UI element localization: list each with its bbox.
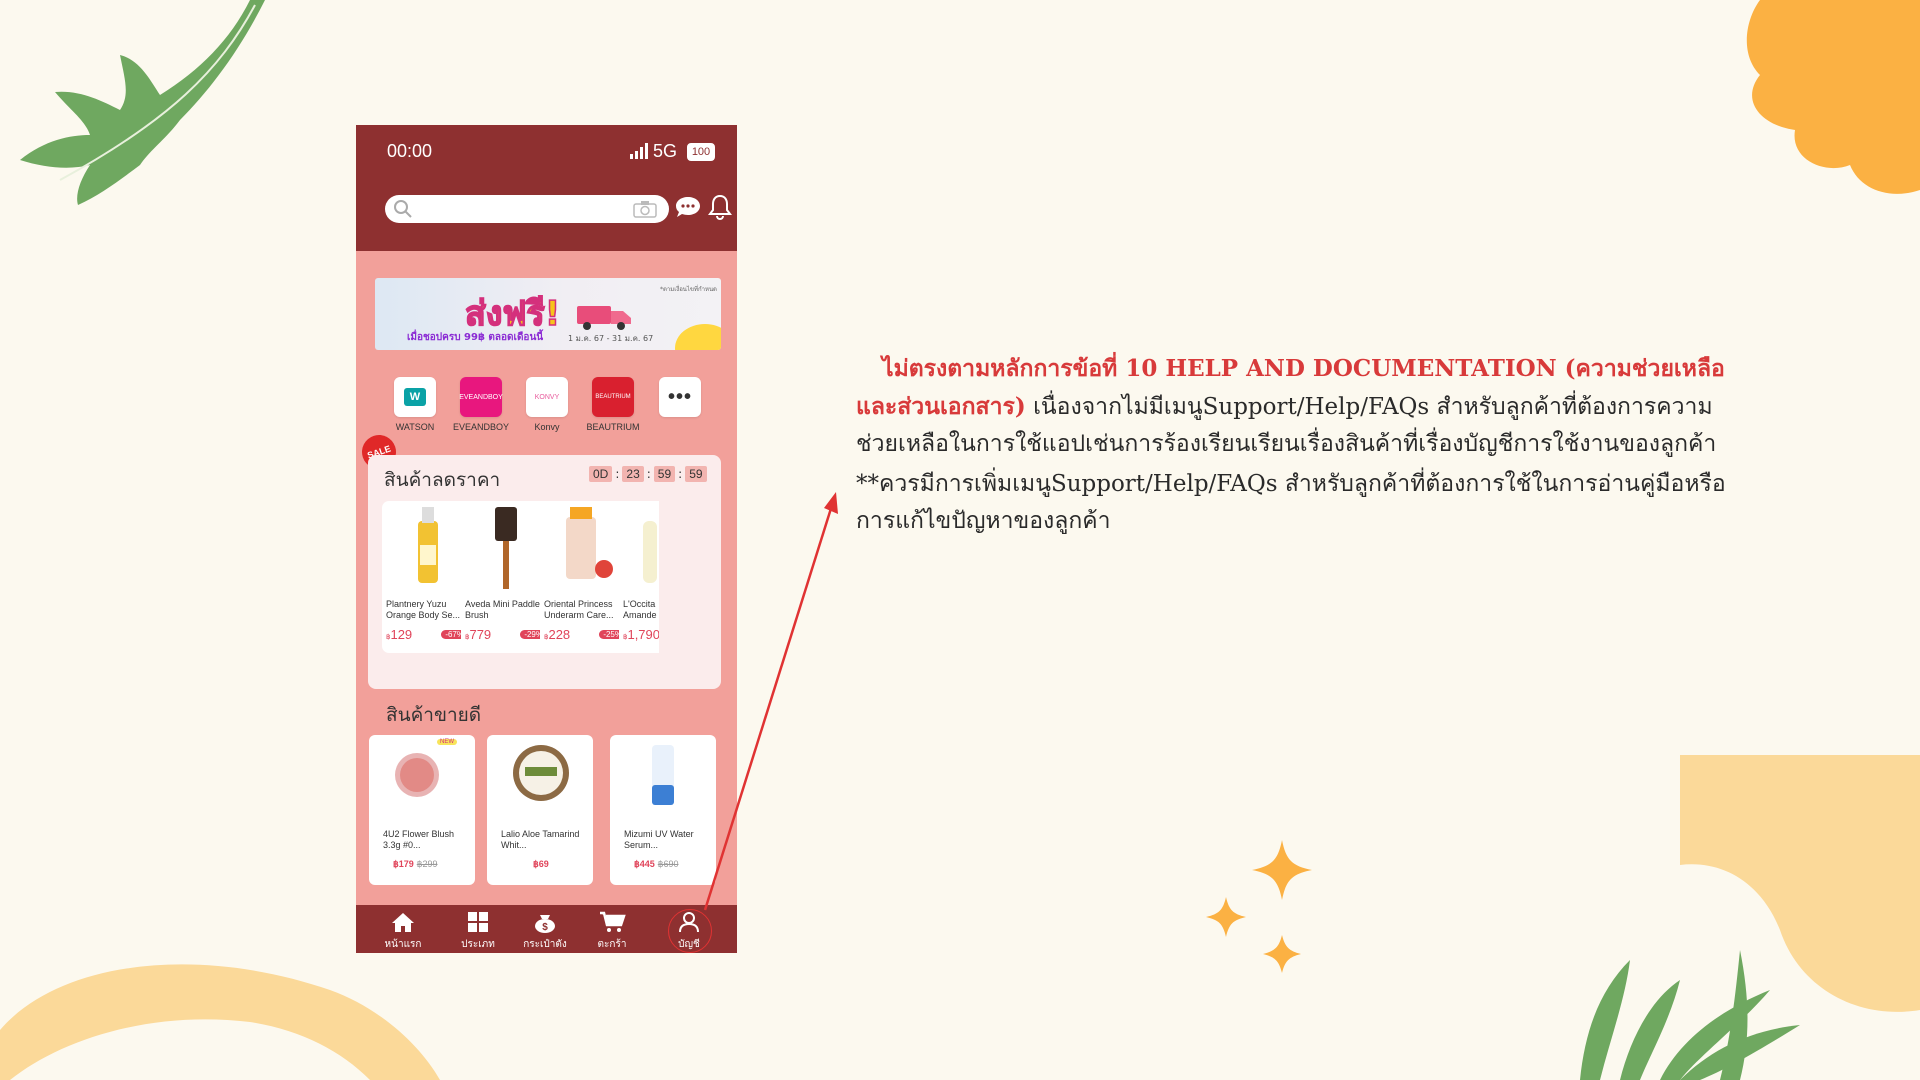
tab-category[interactable]: ประเภท xyxy=(448,911,508,952)
product-image xyxy=(513,745,569,801)
phone-screenshot: 00:00 5G 100 *ตามเงื่อนไขที่กำหนด ส่งฟรี… xyxy=(356,125,737,953)
svg-text:$: $ xyxy=(542,922,548,933)
yellow-arc-bottom-left xyxy=(0,964,440,1080)
bell-icon[interactable] xyxy=(708,193,732,221)
free-shipping-banner[interactable]: *ตามเงื่อนไขที่กำหนด ส่งฟรี! เมื่อชอปครบ… xyxy=(375,278,721,350)
best-seller-card[interactable]: Lalio Aloe Tamarind Whit... ฿69 xyxy=(487,735,593,885)
wallet-icon: $ xyxy=(535,915,555,933)
bottom-tab-bar: หน้าแรก ประเภท $ กระเป๋าตัง ตะกร้า บัญชี xyxy=(356,905,737,953)
tab-wallet[interactable]: $ กระเป๋าตัง xyxy=(515,911,575,952)
more-shops-button[interactable]: ••• xyxy=(648,377,712,417)
chat-icon[interactable] xyxy=(674,195,702,219)
shop-shortcuts: W WATSON EVEANDBOY EVEANDBOY KONVY Konvy… xyxy=(386,377,726,437)
flash-product-card[interactable]: Oriental Princess Underarm Care... ฿228 … xyxy=(540,501,631,653)
flash-product-card[interactable]: L'Occita Amande ฿1,790 xyxy=(619,501,659,653)
app-header: 00:00 5G 100 xyxy=(356,125,737,251)
eveandboy-logo-icon: EVEANDBOY xyxy=(459,377,503,417)
tab-cart[interactable]: ตะกร้า xyxy=(582,911,642,952)
annotation-arrow xyxy=(703,492,838,911)
banner-date: 1 ม.ค. 67 - 31 ม.ค. 67 xyxy=(568,334,654,343)
more-icon: ••• xyxy=(659,377,701,417)
flash-sale-heading: สินค้าลดราคา xyxy=(384,469,501,491)
search-icon xyxy=(394,200,412,218)
truck-icon xyxy=(577,306,631,330)
banner-subtitle: เมื่อชอปครบ 99฿ ตลอดเดือนนี้ xyxy=(407,332,544,343)
shop-beautrium[interactable]: BEAUTRIUM BEAUTRIUM xyxy=(581,377,645,432)
battery-icon: 100 xyxy=(687,143,715,161)
usability-annotation: ไม่ตรงตามหลักการข้อที่ 10 HELP AND DOCUM… xyxy=(856,350,1736,540)
tab-home[interactable]: หน้าแรก xyxy=(373,911,433,952)
camera-icon[interactable] xyxy=(633,200,657,218)
flash-product-card[interactable]: Plantnery Yuzu Orange Body Se... ฿129 -6… xyxy=(382,501,473,653)
konvy-logo-icon: KONVY xyxy=(526,377,568,417)
product-image xyxy=(418,507,438,583)
flash-product-card[interactable]: Aveda Mini Paddle Brush ฿779 -29% xyxy=(461,501,552,653)
home-icon xyxy=(392,913,414,932)
network-label: 5G xyxy=(653,141,678,161)
orange-blob-top-right xyxy=(1746,0,1920,194)
shop-watson[interactable]: W WATSON xyxy=(383,377,447,432)
product-image xyxy=(395,753,439,797)
best-sellers-heading: สินค้าขายดี xyxy=(386,704,482,726)
product-image xyxy=(643,521,657,583)
cart-icon xyxy=(600,911,626,932)
watson-logo-icon: W xyxy=(394,377,436,417)
shop-eveandboy[interactable]: EVEANDBOY EVEANDBOY xyxy=(449,377,513,432)
grid-icon xyxy=(468,912,488,932)
best-seller-card[interactable]: NEW 4U2 Flower Blush 3.3g #0... ฿179 ฿299 xyxy=(369,735,475,885)
leaves-bottom-right xyxy=(1580,950,1800,1080)
signal-icon xyxy=(630,143,648,159)
search-input[interactable] xyxy=(385,195,669,223)
status-time: 00:00 xyxy=(387,141,433,161)
product-image xyxy=(566,507,613,579)
shop-konvy[interactable]: KONVY Konvy xyxy=(515,377,579,432)
annotation-recommendation: **ควรมีการเพิ่มเมนูSupport/Help/FAQs สำห… xyxy=(856,471,1726,534)
sparkle-decoration xyxy=(1206,840,1312,973)
beautrium-logo-icon: BEAUTRIUM xyxy=(592,377,634,417)
countdown-timer: 0D: 23: 59: 59 xyxy=(589,466,707,482)
product-image xyxy=(495,507,517,589)
flash-sale-section: สินค้าลดราคา 0D: 23: 59: 59 Plantnery Yu… xyxy=(368,455,721,689)
leaf-decoration-top-left xyxy=(20,0,265,205)
